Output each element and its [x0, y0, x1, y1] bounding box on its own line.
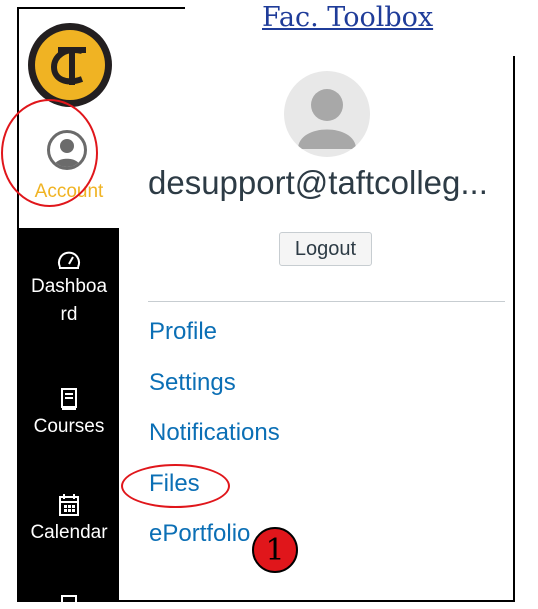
profile-link[interactable]: Profile	[149, 318, 217, 346]
settings-link[interactable]: Settings	[149, 369, 236, 397]
global-nav-sidebar: Account Dashboa rd Courses Calendar	[19, 9, 119, 603]
files-highlight-circle	[121, 464, 230, 508]
sidebar-item-calendar[interactable]: Calendar	[19, 493, 119, 547]
sidebar-item-label: Calendar	[30, 522, 108, 543]
dashboard-icon	[58, 251, 80, 269]
inbox-icon	[61, 595, 77, 603]
notifications-link[interactable]: Notifications	[149, 419, 280, 447]
calendar-icon	[59, 494, 79, 516]
sidebar-item-label: Courses	[33, 416, 105, 437]
tray-divider	[148, 301, 505, 302]
page-title: Fac. Toolbox	[262, 2, 434, 33]
logout-button[interactable]: Logout	[279, 232, 372, 266]
tc-monogram-icon	[50, 47, 86, 85]
sidebar-item-label-cont: rd	[60, 304, 78, 325]
sidebar-item-inbox-partial[interactable]	[19, 593, 119, 605]
eportfolio-link[interactable]: ePortfolio	[149, 520, 250, 548]
sidebar-item-label: Dashboa	[30, 276, 108, 297]
sidebar-item-dashboard[interactable]: Dashboa rd	[19, 249, 119, 329]
sidebar-item-courses[interactable]: Courses	[19, 387, 119, 441]
user-email: desupport@taftcolleg...	[148, 164, 488, 201]
college-logo[interactable]	[28, 23, 112, 107]
user-avatar-icon	[284, 71, 370, 157]
account-highlight-circle	[1, 99, 98, 207]
logo-monogram	[35, 30, 105, 100]
courses-icon	[61, 388, 77, 410]
step-number-badge: 1	[252, 527, 298, 573]
